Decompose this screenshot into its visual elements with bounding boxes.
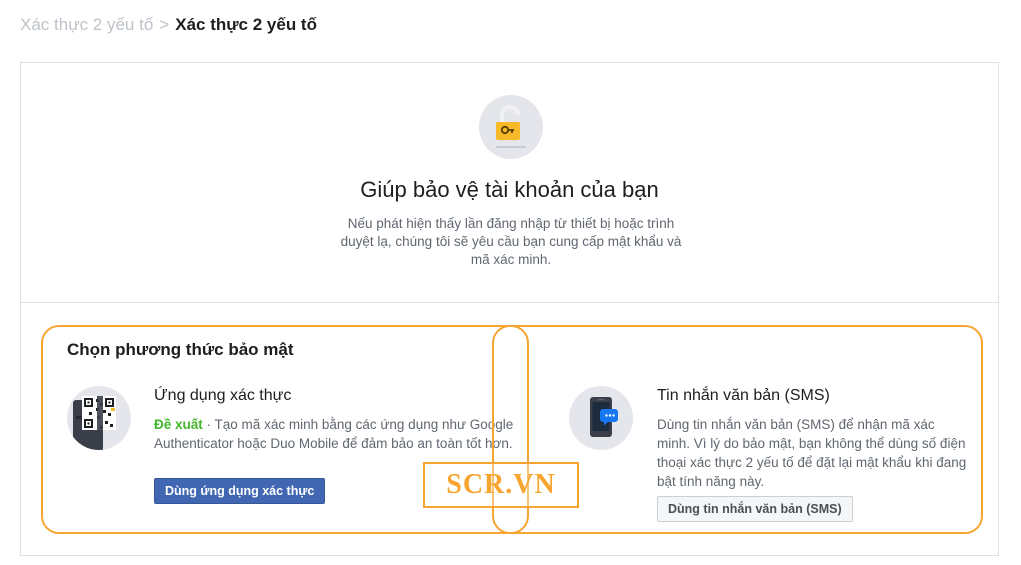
sms-phone-icon bbox=[569, 386, 633, 450]
breadcrumb: Xác thực 2 yếu tố > Xác thực 2 yếu tố bbox=[20, 14, 317, 36]
methods-heading: Chọn phương thức bảo mật bbox=[67, 340, 294, 359]
use-authenticator-button[interactable]: Dùng ứng dụng xác thực bbox=[154, 478, 326, 504]
recommended-badge: Đề xuất bbox=[154, 417, 203, 432]
breadcrumb-separator: > bbox=[159, 15, 170, 34]
hero-section: Giúp bảo vệ tài khoản của bạn Nếu phát h… bbox=[21, 63, 998, 303]
sms-description: Dùng tin nhắn văn bản (SMS) để nhận mã x… bbox=[657, 417, 967, 489]
authenticator-title: Ứng dụng xác thực bbox=[154, 387, 292, 404]
hero-description: Nếu phát hiện thấy lần đăng nhập từ thiế… bbox=[340, 216, 682, 267]
authenticator-description: Đề xuất · Tạo mã xác minh bằng các ứng d… bbox=[154, 415, 514, 453]
scr-vn-watermark: SCR.VN bbox=[423, 462, 579, 508]
lock-key-icon bbox=[479, 95, 543, 159]
badge-separator: · bbox=[202, 417, 215, 432]
use-sms-button[interactable]: Dùng tin nhắn văn bản (SMS) bbox=[657, 496, 853, 522]
authenticator-app-icon bbox=[67, 386, 131, 450]
breadcrumb-parent-link[interactable]: Xác thực 2 yếu tố bbox=[20, 15, 153, 34]
sms-title: Tin nhắn văn bản (SMS) bbox=[657, 387, 830, 404]
breadcrumb-current: Xác thực 2 yếu tố bbox=[175, 15, 317, 34]
hero-title: Giúp bảo vệ tài khoản của bạn bbox=[360, 177, 659, 202]
